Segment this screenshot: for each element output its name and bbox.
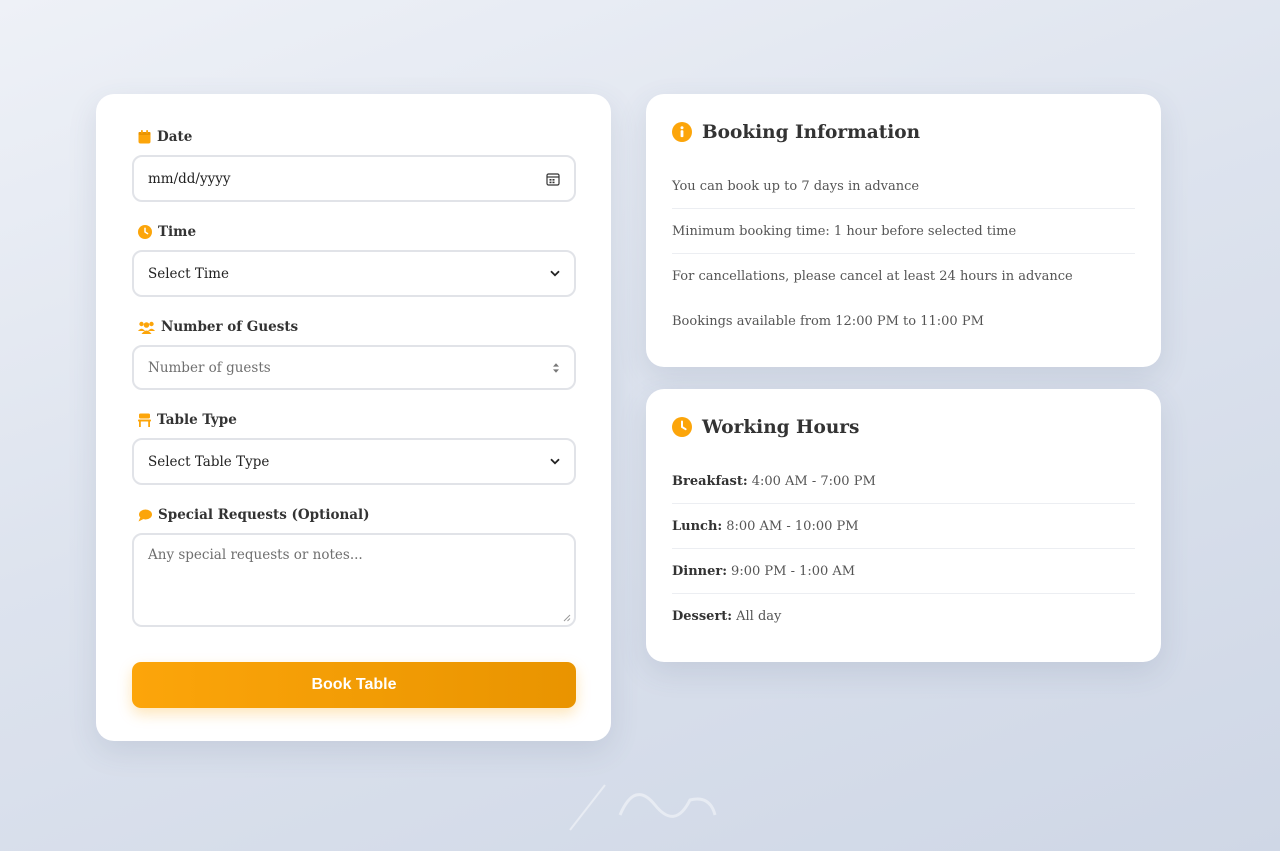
calendar-picker-icon[interactable] — [546, 172, 560, 186]
calendar-icon — [138, 130, 151, 144]
meal-hours: 4:00 AM - 7:00 PM — [751, 473, 876, 489]
chevron-down-icon — [550, 458, 560, 465]
info-circle-icon — [672, 122, 692, 142]
table-type-select-value: Select Table Type — [148, 453, 270, 470]
list-item: Minimum booking time: 1 hour before sele… — [672, 209, 1135, 254]
meal-name: Breakfast: — [672, 473, 748, 489]
meal-name: Dessert: — [672, 609, 733, 624]
guests-input[interactable]: Number of guests — [132, 345, 576, 390]
clock-icon — [672, 417, 692, 437]
special-requests-textarea[interactable]: Any special requests or notes... — [132, 533, 576, 627]
chevron-down-icon — [550, 270, 560, 277]
meal-hours: 9:00 PM - 1:00 AM — [731, 563, 856, 579]
guests-label: Number of Guests — [138, 318, 575, 336]
date-input-value: mm/dd/yyyy — [148, 170, 231, 187]
chair-icon — [138, 413, 151, 427]
list-item: Breakfast: 4:00 AM - 7:00 PM — [672, 459, 1135, 504]
date-input[interactable]: mm/dd/yyyy — [132, 155, 576, 202]
table-type-select[interactable]: Select Table Type — [132, 438, 576, 485]
time-select-value: Select Time — [148, 265, 229, 282]
list-item: Dessert: All day — [672, 594, 1135, 639]
guests-input-placeholder: Number of guests — [148, 359, 271, 376]
working-hours-card: Working Hours Breakfast: 4:00 AM - 7:00 … — [646, 389, 1161, 662]
booking-information-title: Booking Information — [672, 120, 1135, 144]
stepper-icon[interactable] — [552, 362, 560, 374]
meal-name: Dinner: — [672, 563, 728, 579]
date-label: Date — [138, 128, 575, 146]
time-select[interactable]: Select Time — [132, 250, 576, 297]
special-requests-placeholder: Any special requests or notes... — [148, 547, 363, 563]
resize-grip-icon[interactable] — [563, 614, 571, 622]
time-label: Time — [138, 223, 575, 241]
special-requests-label: Special Requests (Optional) — [138, 506, 575, 524]
meal-hours: All day — [736, 609, 782, 624]
meal-hours: 8:00 AM - 10:00 PM — [726, 518, 859, 534]
book-table-button[interactable]: Book Table — [132, 662, 576, 708]
list-item: You can book up to 7 days in advance — [672, 164, 1135, 209]
meal-name: Lunch: — [672, 518, 723, 534]
users-icon — [138, 321, 155, 334]
clock-icon — [138, 225, 152, 239]
working-hours-list: Breakfast: 4:00 AM - 7:00 PM Lunch: 8:00… — [672, 459, 1135, 639]
reservation-form-card: Date mm/dd/yyyy Time Select Time Number … — [96, 94, 611, 741]
booking-information-list: You can book up to 7 days in advance Min… — [672, 164, 1135, 344]
list-item: For cancellations, please cancel at leas… — [672, 269, 1073, 284]
booking-information-card: Booking Information You can book up to 7… — [646, 94, 1161, 367]
working-hours-title: Working Hours — [672, 415, 1135, 439]
comment-icon — [138, 509, 152, 521]
watermark-logo — [569, 784, 717, 831]
list-item: Lunch: 8:00 AM - 10:00 PM — [672, 504, 1135, 549]
table-type-label: Table Type — [138, 411, 575, 429]
list-item: Bookings available from 12:00 PM to 11:0… — [672, 314, 984, 329]
list-item: Dinner: 9:00 PM - 1:00 AM — [672, 549, 1135, 594]
